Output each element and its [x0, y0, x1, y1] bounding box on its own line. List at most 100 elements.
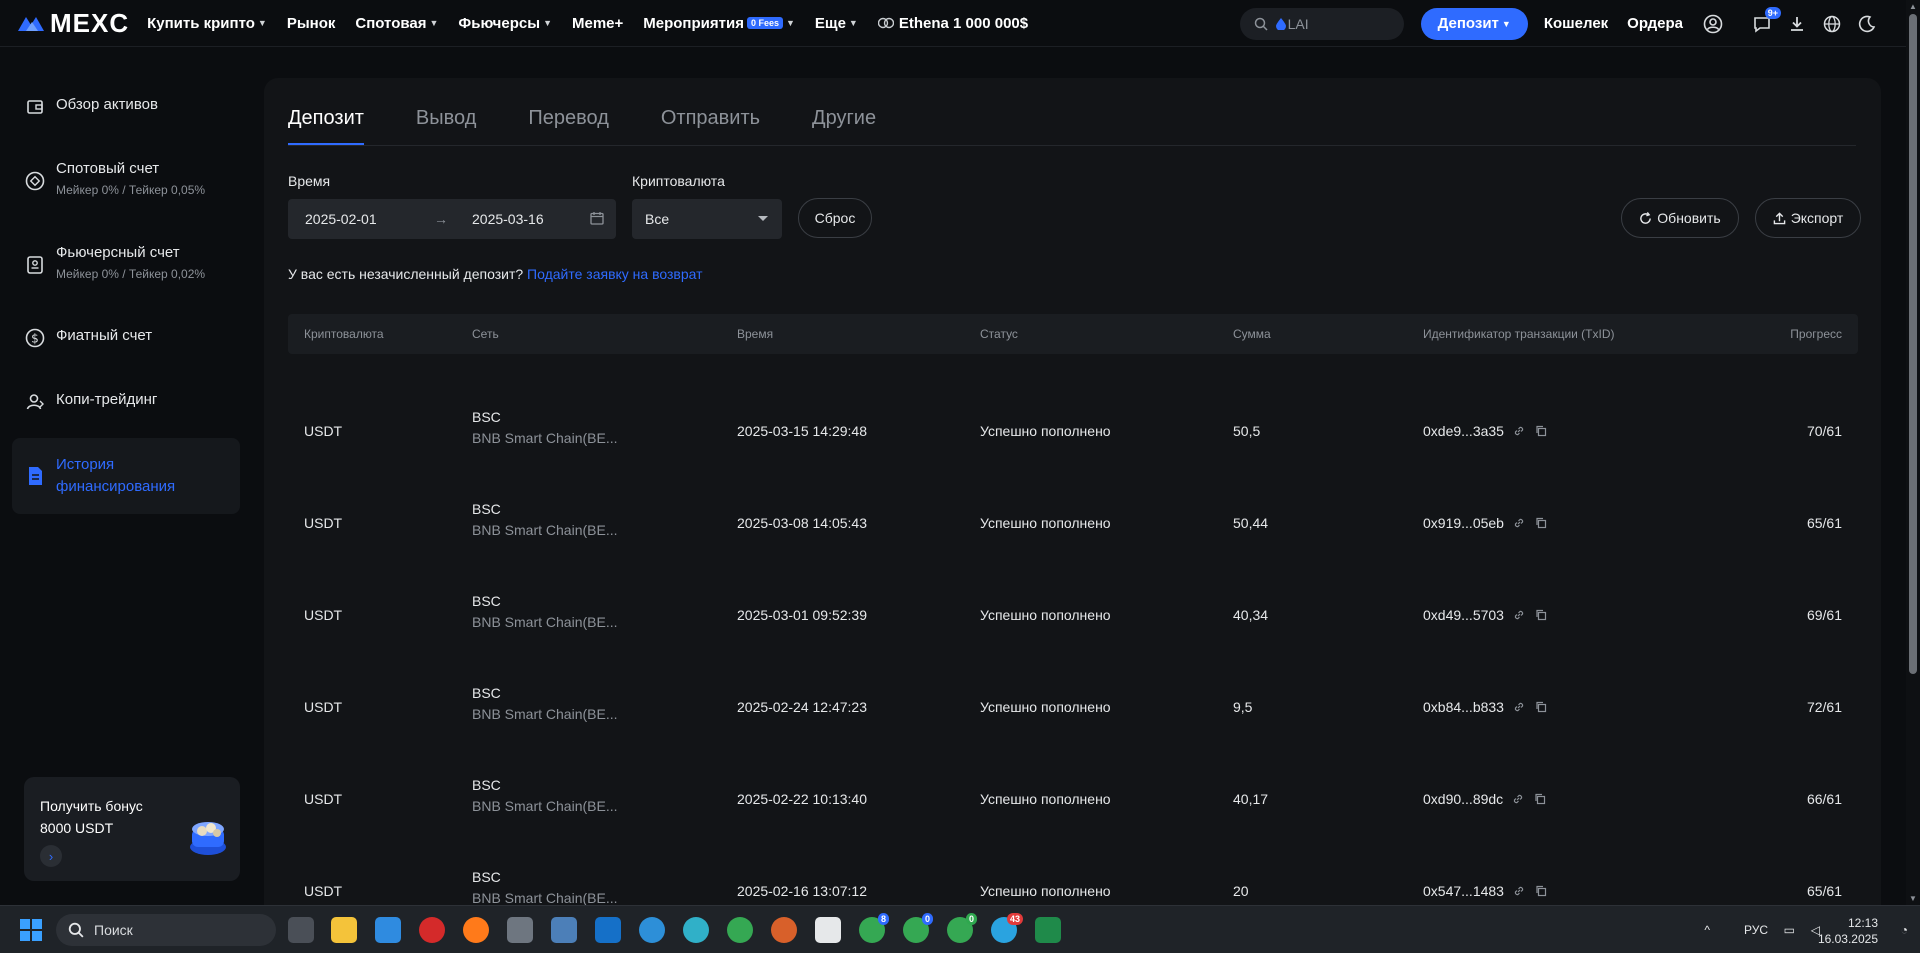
tab-other[interactable]: Другие: [812, 78, 876, 145]
nav-futures[interactable]: Фьючерсы ▼: [458, 15, 552, 32]
link-icon[interactable]: [1512, 700, 1526, 714]
input-language[interactable]: РУС: [1744, 906, 1768, 953]
cell-txid: 0xd49...5703: [1423, 607, 1548, 623]
globe-icon[interactable]: [1821, 13, 1843, 35]
copy-icon[interactable]: [1534, 516, 1548, 530]
link-icon[interactable]: [1511, 792, 1525, 806]
export-button[interactable]: Экспорт: [1755, 198, 1861, 238]
nav-meme[interactable]: Meme+: [572, 15, 623, 32]
nav-market[interactable]: Рынок: [287, 15, 336, 32]
nav-ethena-promo[interactable]: Ethena 1 000 000$: [877, 15, 1028, 32]
th-status: Статус: [980, 327, 1018, 341]
refresh-button[interactable]: Обновить: [1621, 198, 1739, 238]
date-from[interactable]: 2025-02-01: [305, 211, 377, 227]
chevron-right-icon[interactable]: ›: [40, 845, 62, 867]
mexc-logo[interactable]: MEXC: [16, 8, 129, 39]
app-icon[interactable]: [683, 917, 709, 943]
cell-progress: 66/61: [1806, 791, 1842, 807]
tab-transfer[interactable]: Перевод: [528, 78, 609, 145]
copy-icon[interactable]: [1534, 424, 1548, 438]
scroll-down-icon[interactable]: ▼: [1909, 894, 1917, 903]
txid-value: 0xd90...89dc: [1423, 791, 1504, 807]
link-icon[interactable]: [1512, 884, 1526, 898]
th-amount: Сумма: [1233, 327, 1271, 341]
task-view-icon[interactable]: [288, 917, 314, 943]
txid-value: 0x547...1483: [1423, 883, 1504, 899]
photos-icon[interactable]: [551, 917, 577, 943]
taskbar-search[interactable]: Поиск: [56, 914, 276, 946]
tab-send[interactable]: Отправить: [661, 78, 760, 145]
search-box[interactable]: [1239, 7, 1404, 40]
calculator-icon[interactable]: [507, 917, 533, 943]
chrome-profile-2-icon[interactable]: 0: [903, 913, 933, 943]
cell-time: 2025-03-01 09:52:39: [737, 607, 867, 623]
badge: 0: [921, 913, 933, 925]
telegram-icon[interactable]: 43: [991, 913, 1023, 943]
fiat-dollar-icon: $: [24, 327, 46, 349]
sidebar-item-label: Фиатный счет: [56, 327, 153, 344]
excel-icon[interactable]: [1035, 917, 1061, 943]
copy-icon[interactable]: [1534, 608, 1548, 622]
cell-progress: 72/61: [1806, 699, 1842, 715]
taskbar-search-label: Поиск: [94, 922, 133, 938]
sidebar-item-assets-overview[interactable]: Обзор активов: [12, 96, 240, 118]
reset-button[interactable]: Сброс: [798, 198, 872, 238]
refund-request-link[interactable]: Подайте заявку на возврат: [527, 266, 703, 282]
pen-app-icon[interactable]: [815, 917, 841, 943]
link-icon[interactable]: [1512, 424, 1526, 438]
nav-buy-crypto[interactable]: Купить крипто ▼: [147, 15, 267, 32]
nav-label: Купить крипто: [147, 14, 255, 32]
notifications-icon[interactable]: ◔: [1901, 906, 1908, 953]
theme-moon-icon[interactable]: [1856, 13, 1878, 35]
display-icon[interactable]: ▭: [1784, 906, 1795, 953]
windows-start-icon[interactable]: [20, 919, 42, 944]
user-icon[interactable]: [1702, 13, 1724, 35]
crypto-select[interactable]: Все: [632, 199, 782, 239]
network-full: BNB Smart Chain(BE...: [472, 798, 618, 814]
sidebar-item-futures-account[interactable]: Фьючерсный счет Мейкер 0% / Тейкер 0,02%: [12, 244, 240, 281]
copy-icon[interactable]: [1534, 884, 1548, 898]
store-icon[interactable]: [375, 917, 401, 943]
scroll-thumb[interactable]: [1909, 14, 1917, 674]
logo-text: MEXC: [50, 7, 130, 38]
copy-icon[interactable]: [1533, 792, 1547, 806]
chrome-profile-3-icon[interactable]: 0: [947, 913, 977, 943]
scroll-up-icon[interactable]: ▲: [1909, 2, 1917, 11]
browser-icon[interactable]: [771, 917, 797, 943]
orders-link[interactable]: Ордера: [1627, 15, 1683, 32]
sidebar-item-spot-account[interactable]: Спотовый счет Мейкер 0% / Тейкер 0,05%: [12, 160, 240, 197]
caret-down-icon: ▼: [543, 18, 552, 28]
link-icon[interactable]: [1512, 608, 1526, 622]
firefox-icon[interactable]: [463, 917, 489, 943]
sidebar-item-copy-trading[interactable]: Копи-трейдинг: [12, 391, 240, 413]
page-scrollbar[interactable]: ▲ ▼: [1906, 0, 1920, 905]
wallet-link[interactable]: Кошелек: [1544, 15, 1608, 32]
sidebar-item-funding-history[interactable]: История финансирования: [12, 438, 240, 514]
nav-events[interactable]: Мероприятия 0 Fees ▼: [643, 15, 795, 32]
file-explorer-icon[interactable]: [331, 917, 357, 943]
nav-spot[interactable]: Спотовая ▼: [355, 15, 438, 32]
deposit-button[interactable]: Депозит ▼: [1420, 7, 1528, 40]
taskbar-clock[interactable]: 12:13 16.03.2025: [1818, 915, 1878, 947]
sidebar-item-fiat-account[interactable]: $ Фиатный счет: [12, 327, 240, 349]
download-icon[interactable]: [1786, 13, 1808, 35]
link-icon[interactable]: [1512, 516, 1526, 530]
chrome-profile-1-icon[interactable]: 8: [859, 913, 889, 943]
tab-deposit[interactable]: Депозит: [288, 78, 364, 145]
cell-network: BSC BNB Smart Chain(BE...: [472, 869, 618, 905]
search-input[interactable]: [1287, 15, 1398, 32]
opera-icon[interactable]: [419, 917, 445, 943]
outlook-icon[interactable]: [595, 917, 621, 943]
date-range-picker[interactable]: 2025-02-01 → 2025-03-16: [288, 199, 616, 239]
globe-app-icon[interactable]: [639, 917, 665, 943]
bonus-promo-card[interactable]: Получить бонус 8000 USDT ›: [24, 777, 240, 881]
date-to[interactable]: 2025-03-16: [472, 211, 544, 227]
copy-icon[interactable]: [1534, 700, 1548, 714]
calendar-icon[interactable]: [590, 211, 604, 228]
badge: 8: [877, 913, 889, 925]
messages-icon[interactable]: 9+: [1751, 6, 1781, 35]
tab-withdraw[interactable]: Вывод: [416, 78, 476, 145]
nav-more[interactable]: Еще ▼: [815, 15, 858, 32]
chrome-icon[interactable]: [727, 917, 753, 943]
tray-chevron-up-icon[interactable]: ^: [1704, 906, 1710, 953]
